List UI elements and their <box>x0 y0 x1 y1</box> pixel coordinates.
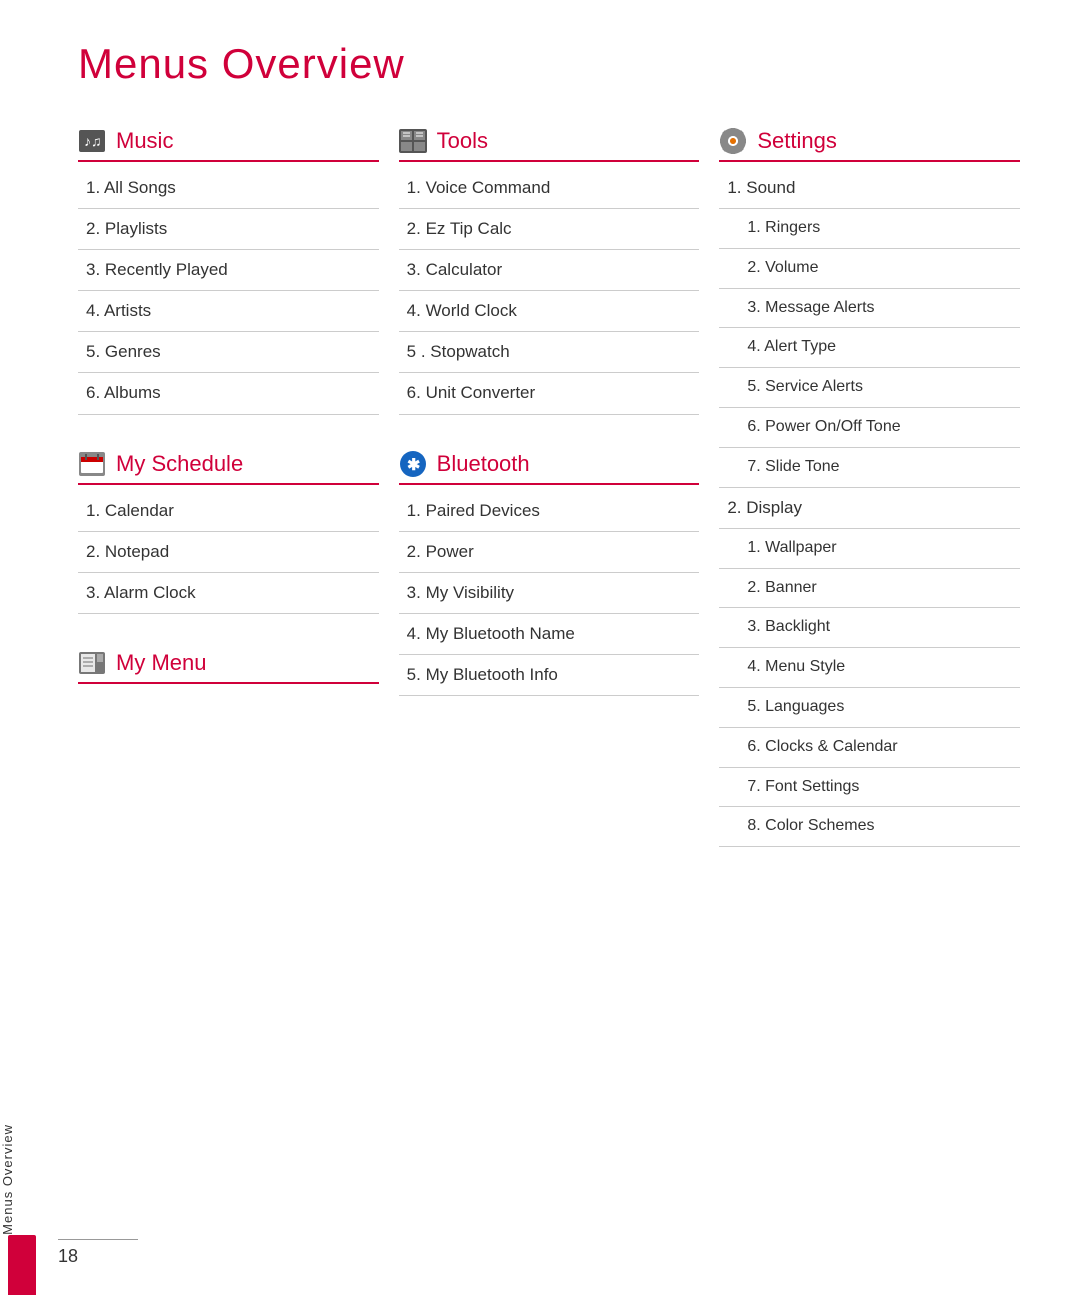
section-bluetooth: ✱ Bluetooth 1. Paired Devices 2. Power 3… <box>399 451 700 696</box>
side-tab-bar <box>8 1235 36 1295</box>
list-item: 6. Clocks & Calendar <box>719 728 1020 768</box>
bluetooth-list: 1. Paired Devices 2. Power 3. My Visibil… <box>399 491 700 696</box>
list-item: 3. Recently Played <box>78 250 379 291</box>
section-title-my-menu: My Menu <box>116 650 206 676</box>
list-item: 5. My Bluetooth Info <box>399 655 700 696</box>
list-item: 7. Slide Tone <box>719 448 1020 488</box>
list-item: 4. My Bluetooth Name <box>399 614 700 655</box>
column-1: ♪♫ Music 1. All Songs 2. Playlists 3. Re… <box>78 128 399 883</box>
tools-icon <box>399 129 427 153</box>
schedule-icon <box>78 452 106 476</box>
page-number: 18 <box>58 1246 78 1267</box>
list-item: 5. Genres <box>78 332 379 373</box>
section-tools: Tools 1. Voice Command 2. Ez Tip Calc 3.… <box>399 128 700 415</box>
list-item: 1. Wallpaper <box>719 529 1020 569</box>
section-music: ♪♫ Music 1. All Songs 2. Playlists 3. Re… <box>78 128 379 415</box>
list-item: 1. Ringers <box>719 209 1020 249</box>
section-header-my-schedule: My Schedule <box>78 451 379 485</box>
section-header-tools: Tools <box>399 128 700 162</box>
list-item: 6. Unit Converter <box>399 373 700 414</box>
main-content: Menus Overview ♪♫ Music <box>48 0 1080 1295</box>
column-2: Tools 1. Voice Command 2. Ez Tip Calc 3.… <box>399 128 720 883</box>
list-item: 2. Playlists <box>78 209 379 250</box>
list-item: 5. Service Alerts <box>719 368 1020 408</box>
section-title-music: Music <box>116 128 173 154</box>
section-my-schedule: My Schedule 1. Calendar 2. Notepad 3. Al… <box>78 451 379 614</box>
settings-icon <box>719 129 747 153</box>
list-item: 1. Sound <box>719 168 1020 209</box>
list-item: 2. Ez Tip Calc <box>399 209 700 250</box>
list-item: 2. Notepad <box>78 532 379 573</box>
list-item: 6. Albums <box>78 373 379 414</box>
section-header-my-menu: My Menu <box>78 650 379 684</box>
my-schedule-list: 1. Calendar 2. Notepad 3. Alarm Clock <box>78 491 379 614</box>
list-item: 2. Banner <box>719 569 1020 609</box>
list-item: 1. Paired Devices <box>399 491 700 532</box>
list-item: 4. Artists <box>78 291 379 332</box>
list-item: 4. Menu Style <box>719 648 1020 688</box>
page-title: Menus Overview <box>78 40 1040 88</box>
section-title-bluetooth: Bluetooth <box>437 451 530 477</box>
list-item: 3. My Visibility <box>399 573 700 614</box>
list-item: 8. Color Schemes <box>719 807 1020 847</box>
list-item: 5 . Stopwatch <box>399 332 700 373</box>
section-header-bluetooth: ✱ Bluetooth <box>399 451 700 485</box>
list-item: 2. Display <box>719 488 1020 529</box>
bluetooth-icon: ✱ <box>399 452 427 476</box>
settings-list: 1. Sound 1. Ringers 2. Volume 3. Message… <box>719 168 1020 847</box>
list-item: 6. Power On/Off Tone <box>719 408 1020 448</box>
section-title-settings: Settings <box>757 128 837 154</box>
side-tab: Menus Overview <box>0 0 48 1295</box>
my-menu-icon <box>78 651 106 675</box>
svg-text:✱: ✱ <box>407 457 420 474</box>
side-tab-label: Menus Overview <box>0 1114 15 1235</box>
list-item: 1. Calendar <box>78 491 379 532</box>
section-title-tools: Tools <box>437 128 488 154</box>
section-header-settings: Settings <box>719 128 1020 162</box>
list-item: 4. Alert Type <box>719 328 1020 368</box>
page-container: Menus Overview Menus Overview ♪♫ <box>0 0 1080 1295</box>
list-item: 1. All Songs <box>78 168 379 209</box>
list-item: 3. Backlight <box>719 608 1020 648</box>
list-item: 5. Languages <box>719 688 1020 728</box>
list-item: 3. Message Alerts <box>719 289 1020 329</box>
list-item: 2. Power <box>399 532 700 573</box>
music-icon: ♪♫ <box>78 129 106 153</box>
tools-list: 1. Voice Command 2. Ez Tip Calc 3. Calcu… <box>399 168 700 415</box>
section-settings: Settings 1. Sound 1. Ringers 2. Volume 3… <box>719 128 1020 847</box>
list-item: 3. Alarm Clock <box>78 573 379 614</box>
music-list: 1. All Songs 2. Playlists 3. Recently Pl… <box>78 168 379 415</box>
list-item: 7. Font Settings <box>719 768 1020 808</box>
section-header-music: ♪♫ Music <box>78 128 379 162</box>
column-3: Settings 1. Sound 1. Ringers 2. Volume 3… <box>719 128 1040 883</box>
list-item: 4. World Clock <box>399 291 700 332</box>
page-footer-line <box>58 1239 138 1240</box>
section-title-my-schedule: My Schedule <box>116 451 243 477</box>
columns-container: ♪♫ Music 1. All Songs 2. Playlists 3. Re… <box>78 128 1040 883</box>
list-item: 2. Volume <box>719 249 1020 289</box>
section-my-menu: My Menu <box>78 650 379 684</box>
list-item: 3. Calculator <box>399 250 700 291</box>
list-item: 1. Voice Command <box>399 168 700 209</box>
svg-text:♪♫: ♪♫ <box>84 133 102 149</box>
